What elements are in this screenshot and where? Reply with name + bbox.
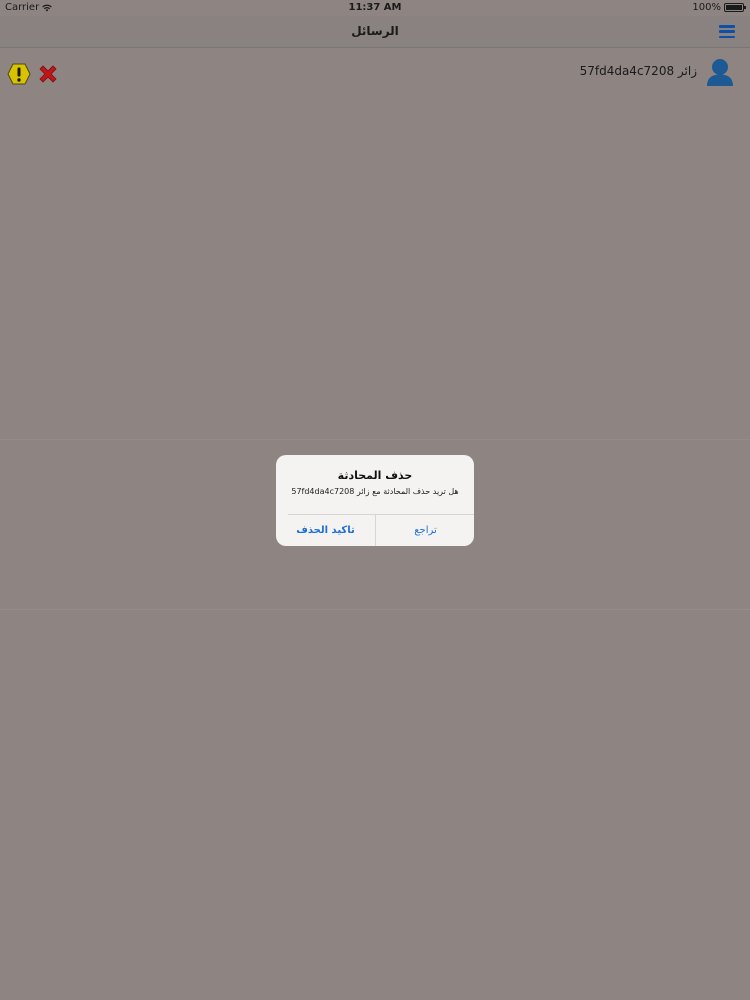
battery-icon bbox=[724, 3, 746, 12]
delete-x-icon[interactable] bbox=[37, 63, 59, 85]
confirm-delete-button[interactable]: تاكيد الحذف bbox=[276, 515, 375, 546]
user-avatar-icon bbox=[707, 59, 733, 86]
list-separator bbox=[0, 439, 750, 440]
visitor-name: زائر 57fd4da4c7208 bbox=[579, 64, 697, 78]
alert-message: هل تريد حذف المحادثة مع زائر 57fd4da4c72… bbox=[291, 487, 459, 496]
warning-icon[interactable] bbox=[7, 63, 31, 85]
delete-conversation-alert: حذف المحادثة هل تريد حذف المحادثة مع زائ… bbox=[276, 455, 474, 546]
alert-title: حذف المحادثة bbox=[337, 469, 413, 482]
status-bar: Carrier 11:37 AM 100% bbox=[0, 0, 750, 16]
conversation-row[interactable]: زائر 57fd4da4c7208 bbox=[0, 48, 750, 98]
page-title: الرسائل bbox=[351, 24, 399, 38]
battery-indicator: 100% bbox=[692, 2, 746, 13]
navigation-bar: الرسائل bbox=[0, 16, 750, 48]
hamburger-menu-icon[interactable] bbox=[719, 25, 735, 38]
battery-percent: 100% bbox=[692, 2, 721, 13]
clock: 11:37 AM bbox=[348, 2, 402, 13]
list-separator bbox=[0, 609, 750, 610]
cancel-button[interactable]: تراجع bbox=[376, 515, 474, 546]
